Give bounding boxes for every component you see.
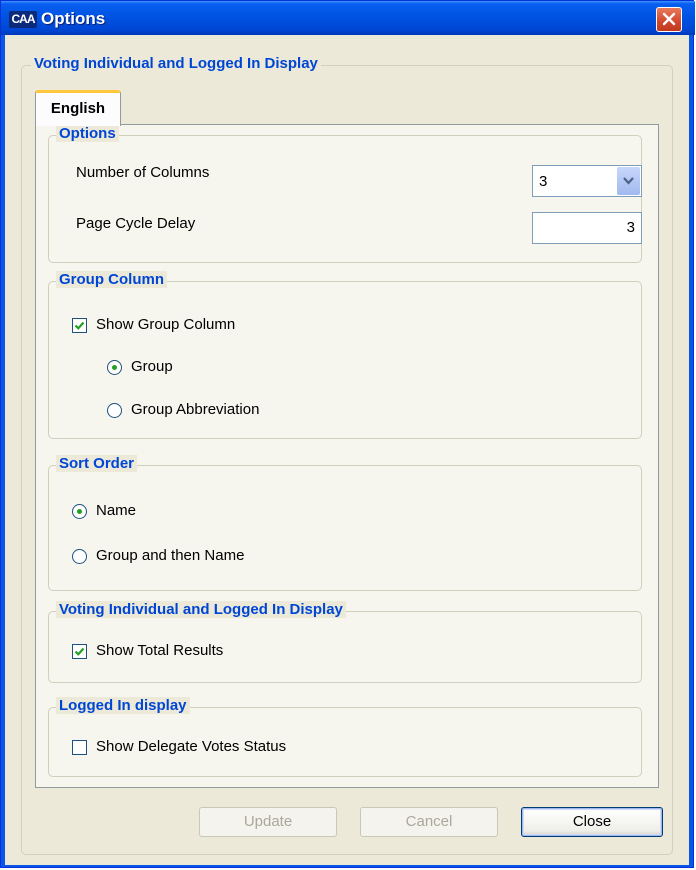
show-group-column-label: Show Group Column [96, 316, 236, 333]
show-total-results-label: Show Total Results [96, 642, 224, 659]
group-column-title: Group Column [56, 271, 167, 288]
close-icon [662, 12, 676, 26]
logged-in-title: Logged In display [56, 697, 190, 714]
window-title: Options [41, 9, 106, 28]
show-delegate-votes-checkbox[interactable] [72, 740, 87, 755]
close-window-button[interactable] [656, 7, 682, 32]
caa-app-icon: CAA [9, 11, 37, 28]
show-delegate-votes-label: Show Delegate Votes Status [96, 738, 287, 755]
radio-selected-dot [112, 365, 117, 370]
dialog-client-area: Voting Individual and Logged In Display … [5, 35, 689, 865]
delay-label: Page Cycle Delay [76, 215, 196, 232]
voting-display-title: Voting Individual and Logged In Display [56, 601, 346, 618]
close-button[interactable]: Close [521, 807, 663, 837]
columns-select-value: 3 [539, 173, 548, 190]
columns-select[interactable]: 3 [532, 165, 642, 197]
show-group-column-checkbox[interactable] [72, 318, 87, 333]
update-button[interactable]: Update [199, 807, 337, 837]
chevron-down-icon [623, 177, 634, 185]
name-radio[interactable] [72, 504, 87, 519]
options-group-title: Options [56, 125, 119, 142]
sort-order-title: Sort Order [56, 455, 138, 472]
columns-dropdown-button[interactable] [617, 167, 640, 195]
group-abbreviation-radio[interactable] [107, 403, 122, 418]
cancel-button[interactable]: Cancel [360, 807, 498, 837]
group-radio-label: Group [131, 358, 173, 375]
group-abbreviation-label: Group Abbreviation [131, 401, 260, 418]
check-mark-icon [74, 647, 85, 656]
group-then-name-radio[interactable] [72, 549, 87, 564]
name-radio-label: Name [96, 502, 137, 519]
group-radio[interactable] [107, 360, 122, 375]
delay-input[interactable]: 3 [532, 212, 642, 244]
options-window: CAA Options Voting Individual and Logged… [0, 0, 695, 868]
show-total-results-checkbox[interactable] [72, 644, 87, 659]
group-then-name-label: Group and then Name [96, 547, 245, 564]
sort-order-group [48, 465, 642, 591]
outer-group-title: Voting Individual and Logged In Display [31, 55, 321, 72]
columns-label: Number of Columns [76, 164, 210, 181]
tab-panel-english: Options Number of Columns 3 Page Cycle D… [35, 124, 659, 788]
tab-english[interactable]: English [35, 90, 121, 126]
check-mark-icon [74, 321, 85, 330]
title-bar[interactable]: CAA Options [1, 1, 695, 35]
radio-selected-dot [77, 509, 82, 514]
